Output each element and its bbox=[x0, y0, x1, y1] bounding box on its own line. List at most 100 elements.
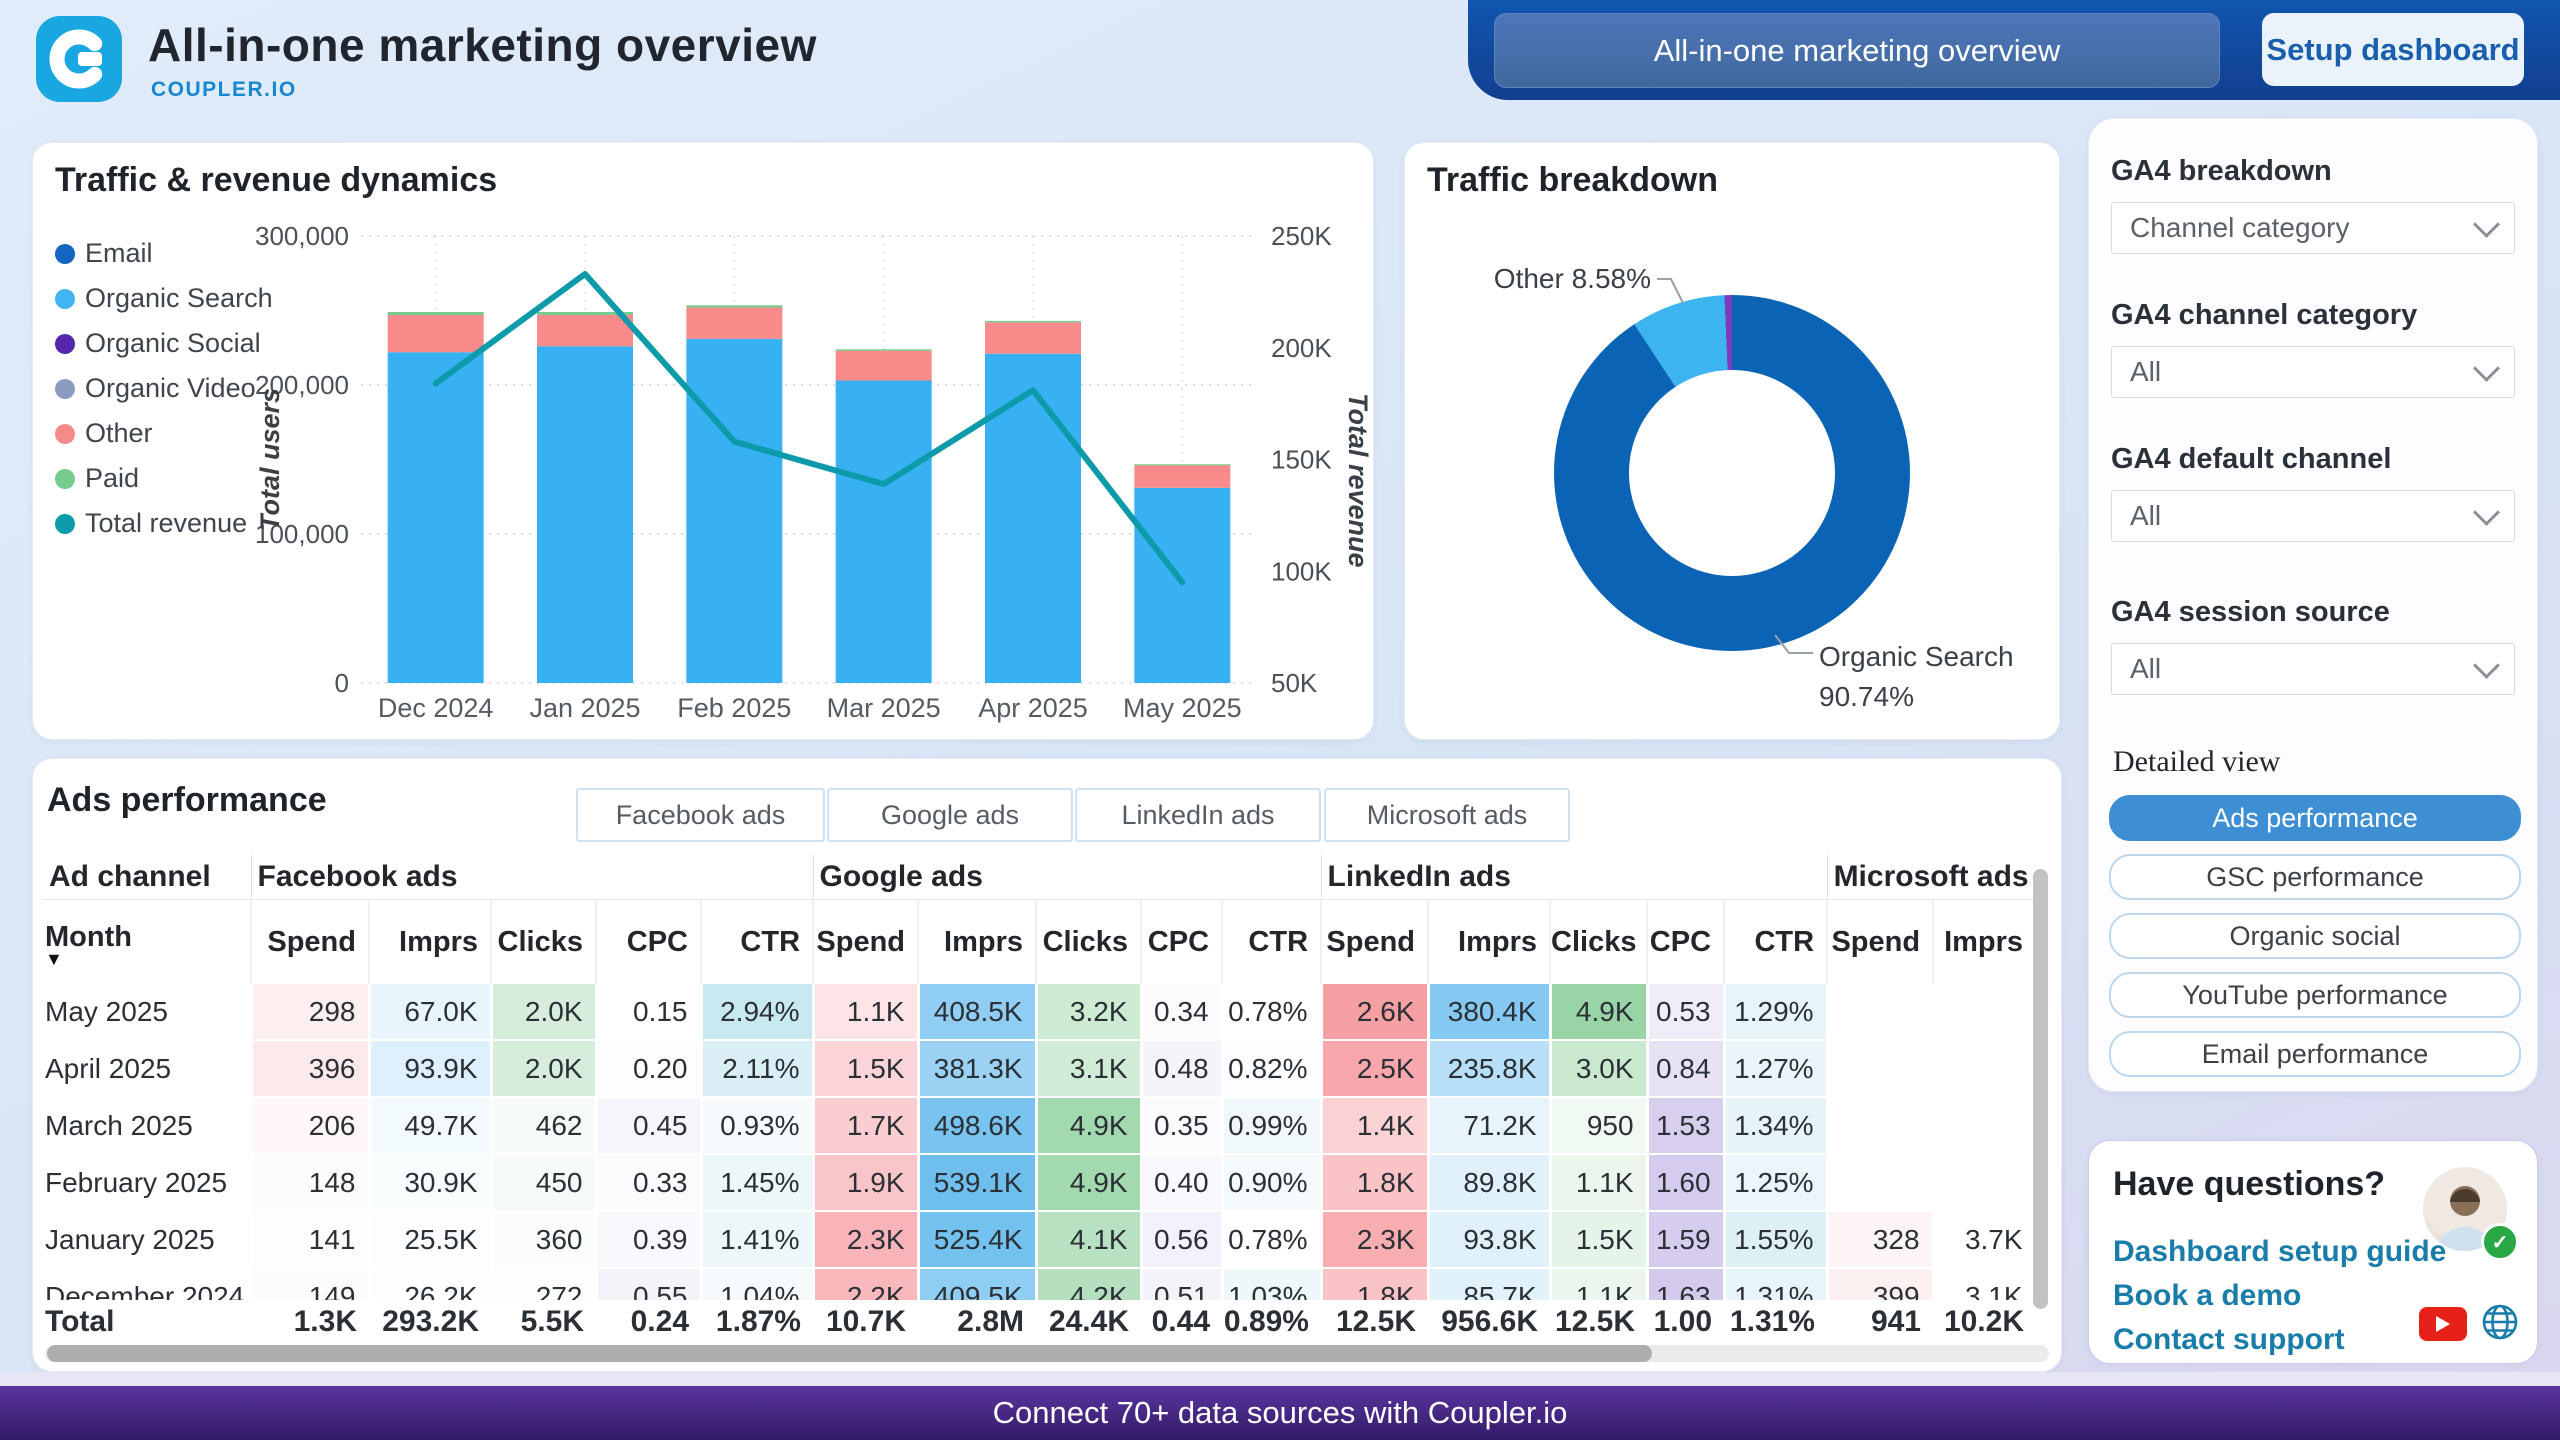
table-cell: 2.94% bbox=[701, 984, 813, 1040]
ads-performance-title: Ads performance bbox=[47, 781, 327, 820]
tab-linkedin-ads[interactable]: LinkedIn ads bbox=[1075, 788, 1321, 842]
col-header-spend[interactable]: Spend bbox=[251, 900, 369, 985]
row-month: February 2025 bbox=[43, 1154, 251, 1211]
promo-banner[interactable]: Connect 70+ data sources with Coupler.io bbox=[0, 1386, 2560, 1440]
table-cell: 1.60 bbox=[1647, 1154, 1724, 1211]
col-header-clicks[interactable]: Clicks bbox=[1550, 900, 1647, 985]
detailed-view-button-gsc-performance[interactable]: GSC performance bbox=[2109, 854, 2521, 900]
table-cell: 1.31% bbox=[1724, 1268, 1827, 1300]
dashboard-setup-guide-link[interactable]: Dashboard setup guide bbox=[2113, 1235, 2446, 1269]
donut-label-other: Other 8.58% bbox=[1435, 263, 1651, 295]
table-cell bbox=[1933, 1154, 2036, 1211]
book-a-demo-link[interactable]: Book a demo bbox=[2113, 1279, 2301, 1313]
col-header-ctr[interactable]: CTR bbox=[1222, 900, 1321, 985]
sort-desc-icon[interactable]: ▼ bbox=[45, 954, 238, 964]
table-cell: 0.48 bbox=[1141, 1040, 1222, 1097]
filter-select-ga4-session-source[interactable]: All bbox=[2111, 643, 2515, 695]
col-header-imprs[interactable]: Imprs bbox=[1428, 900, 1550, 985]
table-cell: 141 bbox=[251, 1211, 369, 1268]
table-cell: 93.8K bbox=[1428, 1211, 1550, 1268]
col-header-imprs[interactable]: Imprs bbox=[918, 900, 1036, 985]
col-header-cpc[interactable]: CPC bbox=[1141, 900, 1222, 985]
filter-select-ga4-default-channel[interactable]: All bbox=[2111, 490, 2515, 542]
table-row: May 202529867.0K2.0K0.152.94%1.1K408.5K3… bbox=[43, 984, 2036, 1040]
table-cell: 93.9K bbox=[369, 1040, 491, 1097]
horizontal-scrollbar-track[interactable] bbox=[45, 1345, 2049, 1362]
table-cell: 89.8K bbox=[1428, 1154, 1550, 1211]
detailed-view-button-youtube-performance[interactable]: YouTube performance bbox=[2109, 972, 2521, 1018]
col-header-month[interactable]: Month▼ bbox=[43, 900, 251, 985]
table-cell: 206 bbox=[251, 1097, 369, 1154]
ads-performance-card: Ads performance Facebook adsGoogle adsLi… bbox=[32, 758, 2062, 1372]
table-cell: 1.55% bbox=[1724, 1211, 1827, 1268]
table-cell: 399 bbox=[1827, 1268, 1933, 1300]
detailed-view-button-ads-performance[interactable]: Ads performance bbox=[2109, 795, 2521, 841]
banner-spacer bbox=[0, 1372, 2560, 1386]
col-header-ctr[interactable]: CTR bbox=[1724, 900, 1827, 985]
table-cell: 0.93% bbox=[701, 1097, 813, 1154]
filter-select-ga4-channel-category[interactable]: All bbox=[2111, 346, 2515, 398]
table-cell: 396 bbox=[251, 1040, 369, 1097]
detailed-view-button-organic-social[interactable]: Organic social bbox=[2109, 913, 2521, 959]
detailed-view-button-email-performance[interactable]: Email performance bbox=[2109, 1031, 2521, 1077]
tab-facebook-ads[interactable]: Facebook ads bbox=[576, 788, 825, 842]
table-cell: 1.5K bbox=[813, 1040, 918, 1097]
ads-table-scroll-area[interactable]: Ad channelFacebook adsGoogle adsLinkedIn… bbox=[43, 855, 2039, 1300]
filter-group: GA4 session sourceAll bbox=[2111, 596, 2515, 695]
svg-text:0: 0 bbox=[335, 668, 349, 698]
detailed-view-label: Detailed view bbox=[2113, 745, 2280, 779]
col-header-cpc[interactable]: CPC bbox=[1647, 900, 1724, 985]
col-header-cpc[interactable]: CPC bbox=[596, 900, 701, 985]
col-header-imprs[interactable]: Imprs bbox=[369, 900, 491, 985]
tab-microsoft-ads[interactable]: Microsoft ads bbox=[1324, 788, 1570, 842]
filter-group: GA4 default channel All bbox=[2111, 443, 2515, 542]
filter-select-ga4-breakdown[interactable]: Channel category bbox=[2111, 202, 2515, 254]
table-cell: 2.6K bbox=[1321, 984, 1428, 1040]
table-cell: 1.7K bbox=[813, 1097, 918, 1154]
table-cell: 1.9K bbox=[813, 1154, 918, 1211]
horizontal-scrollbar-thumb[interactable] bbox=[47, 1345, 1652, 1362]
setup-dashboard-button[interactable]: Setup dashboard bbox=[2262, 13, 2524, 86]
brand-label: COUPLER.IO bbox=[151, 78, 297, 102]
globe-icon[interactable] bbox=[2481, 1303, 2519, 1346]
table-cell: 71.2K bbox=[1428, 1097, 1550, 1154]
table-cell: 0.34 bbox=[1141, 984, 1222, 1040]
col-header-ctr[interactable]: CTR bbox=[701, 900, 813, 985]
col-header-spend[interactable]: Spend bbox=[1321, 900, 1428, 985]
col-header-spend[interactable]: Spend bbox=[1827, 900, 1933, 985]
table-cell bbox=[1827, 1040, 1933, 1097]
contact-support-link[interactable]: Contact support bbox=[2113, 1323, 2345, 1357]
col-header-clicks[interactable]: Clicks bbox=[1036, 900, 1141, 985]
youtube-icon[interactable] bbox=[2419, 1307, 2467, 1341]
filter-label: GA4 default channel bbox=[2111, 443, 2515, 476]
table-cell bbox=[1827, 1097, 1933, 1154]
table-cell: 0.82% bbox=[1222, 1040, 1321, 1097]
table-cell: 1.1K bbox=[1550, 1154, 1647, 1211]
table-cell: 381.3K bbox=[918, 1040, 1036, 1097]
table-cell: 408.5K bbox=[918, 984, 1036, 1040]
table-cell: 498.6K bbox=[918, 1097, 1036, 1154]
group-header-google-ads: Google ads bbox=[813, 855, 1321, 900]
vertical-scrollbar-thumb[interactable] bbox=[2033, 869, 2048, 1309]
col-header-imprs[interactable]: Imprs bbox=[1933, 900, 2036, 985]
total-cell: 12.5K bbox=[1550, 1300, 1647, 1344]
table-cell: 85.7K bbox=[1428, 1268, 1550, 1300]
table-cell: 3.0K bbox=[1550, 1040, 1647, 1097]
table-cell: 4.1K bbox=[1036, 1211, 1141, 1268]
table-cell: 1.04% bbox=[701, 1268, 813, 1300]
svg-text:50K: 50K bbox=[1271, 668, 1318, 698]
total-cell: 1.87% bbox=[701, 1300, 813, 1344]
tab-google-ads[interactable]: Google ads bbox=[827, 788, 1073, 842]
total-cell: 12.5K bbox=[1321, 1300, 1428, 1344]
total-cell: 24.4K bbox=[1036, 1300, 1141, 1344]
table-cell: 0.51 bbox=[1141, 1268, 1222, 1300]
donut-label-organic-line2: 90.74% bbox=[1819, 677, 2014, 717]
table-cell: 25.5K bbox=[369, 1211, 491, 1268]
table-cell: 0.33 bbox=[596, 1154, 701, 1211]
filter-label: GA4 channel category bbox=[2111, 299, 2515, 332]
table-cell: 298 bbox=[251, 984, 369, 1040]
dashboard-nav-button[interactable]: All-in-one marketing overview bbox=[1494, 13, 2220, 88]
table-cell: 1.53 bbox=[1647, 1097, 1724, 1154]
col-header-clicks[interactable]: Clicks bbox=[491, 900, 596, 985]
col-header-spend[interactable]: Spend bbox=[813, 900, 918, 985]
